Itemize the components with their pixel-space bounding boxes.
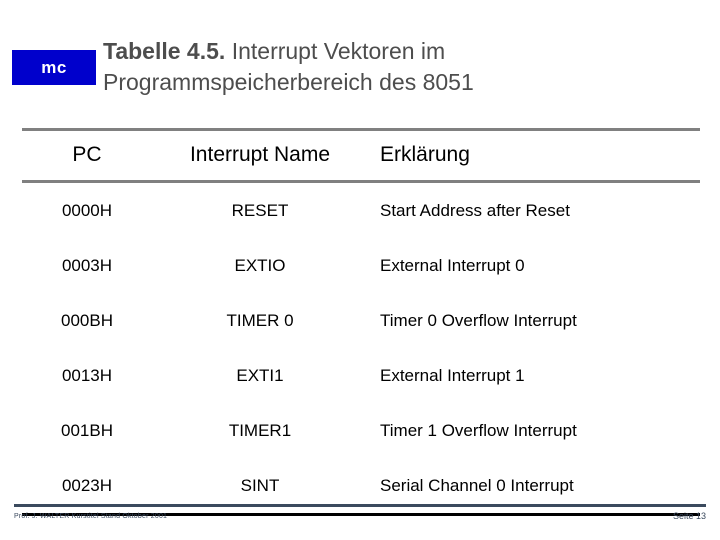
page-title-number: Tabelle 4.5. [103,38,226,64]
cell-name: EXTI1 [236,366,284,385]
cell-name: EXTIO [234,256,286,275]
interrupt-vector-table-wrapper: PC Interrupt Name Erklärung 0000H RESET … [22,128,700,516]
cell-desc: Timer 0 Overflow Interrupt [380,311,577,330]
page-title: Tabelle 4.5. Interrupt Vektoren im Progr… [103,36,703,98]
table-header-row: PC Interrupt Name Erklärung [22,128,700,183]
cell-pc: 001BH [61,421,113,440]
table-row: 000BH TIMER 0 Timer 0 Overflow Interrupt [22,293,700,348]
table-body: 0000H RESET Start Address after Reset 00… [22,182,700,516]
table-row: 0013H EXTI1 External Interrupt 1 [22,348,700,403]
cell-pc: 0003H [61,256,113,275]
slide-header: mc Tabelle 4.5. Interrupt Vektoren im Pr… [0,0,720,120]
cell-pc: 0013H [61,366,113,385]
footer-page-number: Seite 13 [672,511,706,521]
interrupt-vector-table: PC Interrupt Name Erklärung 0000H RESET … [22,128,700,516]
table-row: 0003H EXTIO External Interrupt 0 [22,238,700,293]
cell-name: RESET [231,201,289,220]
cell-pc: 000BH [61,311,113,330]
cell-name: TIMER 0 [226,311,294,330]
footer-credit: Prof. J. WALTER Kurstitel Stand Oktober … [14,513,168,520]
column-header-desc: Erklärung [368,128,700,183]
cell-name: TIMER1 [228,421,292,440]
mc-logo: mc [12,50,96,85]
cell-desc: Timer 1 Overflow Interrupt [380,421,577,440]
table-row: 001BH TIMER1 Timer 1 Overflow Interrupt [22,403,700,458]
column-header-pc: PC [22,128,152,183]
table-row: 0000H RESET Start Address after Reset [22,182,700,239]
slide-root: mc Tabelle 4.5. Interrupt Vektoren im Pr… [0,0,720,540]
table-head: PC Interrupt Name Erklärung [22,128,700,183]
footer-divider [14,504,706,507]
cell-desc: Start Address after Reset [380,201,570,220]
column-header-name: Interrupt Name [152,128,368,183]
cell-desc: External Interrupt 1 [380,366,525,385]
mc-logo-label: mc [41,58,67,77]
cell-pc: 0000H [61,201,113,220]
cell-desc: External Interrupt 0 [380,256,525,275]
